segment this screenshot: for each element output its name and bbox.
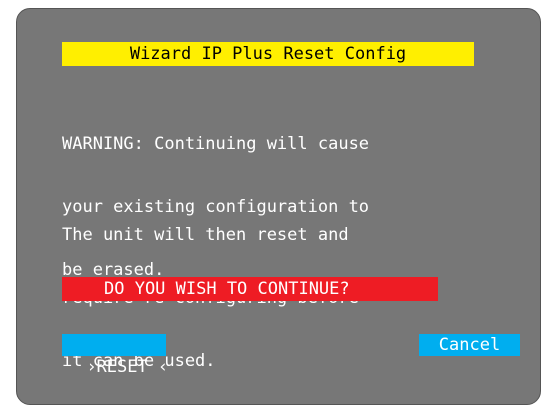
reset-button[interactable]: ›RESET ‹	[62, 334, 168, 377]
chevron-right-icon: ›	[86, 357, 97, 377]
warning-line: WARNING: Continuing will cause	[62, 134, 370, 154]
continue-prompt: DO YOU WISH TO CONTINUE?	[62, 277, 438, 301]
info-line: The unit will then reset and	[62, 225, 349, 245]
reset-button-label: RESET	[96, 357, 148, 377]
cancel-button[interactable]: Cancel	[419, 334, 520, 356]
chevron-left-icon: ‹	[157, 357, 169, 377]
dialog-title: Wizard IP Plus Reset Config	[62, 42, 474, 66]
